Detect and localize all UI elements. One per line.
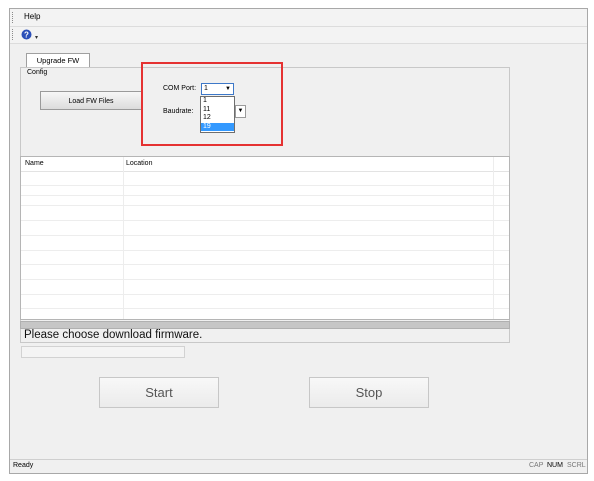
com-port-value: 1: [204, 85, 208, 92]
table-row: [21, 279, 509, 280]
table-row: [21, 235, 509, 236]
com-port-option[interactable]: 1: [201, 97, 234, 106]
table-row: [21, 185, 509, 186]
app-window: Help ? ▾ Upgrade FW Config Load FW Files…: [9, 8, 588, 474]
caps-lock-indicator: CAP: [529, 462, 544, 469]
scroll-lock-indicator: SCRL: [567, 462, 586, 469]
stop-button[interactable]: Stop: [309, 377, 429, 408]
menu-bar: Help: [10, 9, 587, 27]
com-port-select[interactable]: 1 ▼: [201, 83, 234, 95]
table-row: [21, 294, 509, 295]
svg-text:?: ?: [24, 30, 29, 39]
com-port-option-selected[interactable]: 19: [201, 122, 234, 131]
menu-grip[interactable]: [12, 12, 15, 23]
start-button[interactable]: Start: [99, 377, 219, 408]
status-ready: Ready: [13, 462, 34, 469]
baudrate-dropdown-arrow-icon[interactable]: ▼: [235, 105, 246, 118]
table-row: [21, 195, 509, 196]
config-group-label: Config: [27, 69, 48, 76]
table-row: [21, 220, 509, 221]
status-message: Please choose download firmware.: [24, 329, 203, 341]
column-header-location[interactable]: Location: [126, 160, 152, 167]
table-row: [21, 250, 509, 251]
progress-bar: [20, 321, 510, 329]
com-port-option[interactable]: 11: [201, 106, 234, 115]
toolbar-grip[interactable]: [12, 29, 15, 40]
load-fw-files-button[interactable]: Load FW Files: [40, 91, 142, 110]
table-header: Name Location: [21, 157, 509, 172]
com-port-option[interactable]: 12: [201, 114, 234, 123]
tab-upgrade-fw[interactable]: Upgrade FW: [26, 53, 90, 68]
com-port-label: COM Port:: [163, 85, 197, 92]
help-icon[interactable]: ?: [21, 29, 32, 40]
toolbar-overflow-icon[interactable]: ▾: [35, 34, 38, 41]
table-row: [21, 308, 509, 309]
sub-progress-field: [21, 346, 185, 358]
num-lock-indicator: NUM: [547, 462, 563, 469]
column-header-name[interactable]: Name: [25, 160, 44, 167]
chevron-down-icon[interactable]: ▼: [225, 84, 231, 94]
menu-help[interactable]: Help: [24, 12, 40, 21]
status-bar: Ready CAP NUM SCRL: [10, 459, 587, 473]
toolbar: ? ▾: [10, 27, 587, 44]
baudrate-label: Baudrate:: [163, 108, 194, 115]
table-row: [21, 264, 509, 265]
table-row: [21, 205, 509, 206]
com-port-dropdown-list: 1 11 12 19: [200, 96, 235, 133]
fw-file-table: Name Location: [20, 156, 510, 320]
